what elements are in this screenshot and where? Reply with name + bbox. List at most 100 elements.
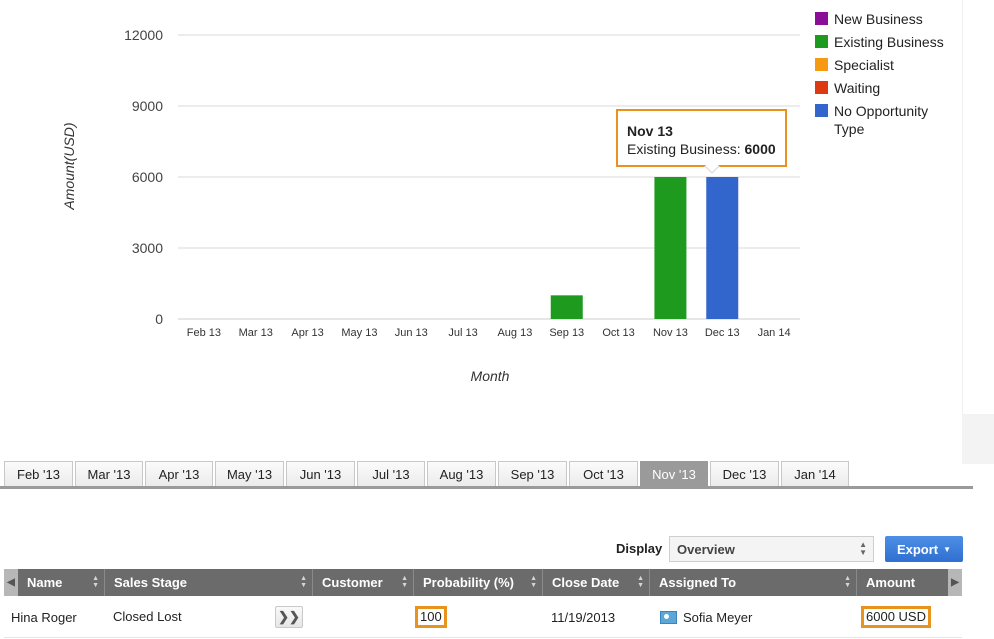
cell-name[interactable]: Hina Roger: [11, 597, 77, 637]
tooltip-series-label: Existing Business:: [627, 141, 745, 157]
scroll-left-icon[interactable]: ◀: [4, 569, 18, 596]
tabs-divider: [0, 486, 973, 489]
x-tick-label: Nov 13: [653, 327, 688, 339]
column-header-name[interactable]: Name ▲ ▼: [18, 569, 105, 596]
chart-legend: New Business Existing Business Specialis…: [815, 10, 949, 143]
legend-swatch: [815, 104, 828, 117]
column-label: Close Date: [552, 575, 620, 590]
tab-may-13[interactable]: May '13: [215, 461, 284, 486]
column-label: Sales Stage: [114, 575, 187, 590]
sort-icon: ▲ ▼: [401, 575, 408, 589]
tab-feb-13[interactable]: Feb '13: [4, 461, 73, 486]
sort-icon: ▲ ▼: [92, 575, 99, 589]
tab-jun-13[interactable]: Jun '13: [286, 461, 355, 486]
x-tick-label: Mar 13: [239, 327, 273, 339]
tab-mar-13[interactable]: Mar '13: [75, 461, 143, 486]
legend-label: Specialist: [834, 57, 894, 73]
legend-item-new-business[interactable]: New Business: [815, 10, 949, 28]
legend-label: New Business: [834, 11, 923, 27]
y-tick-label: 9000: [132, 98, 163, 114]
column-label: Probability (%): [423, 575, 515, 590]
grid-header: ◀ Name ▲ ▼ Sales Stage ▲ ▼ Customer ▲ ▼ Pro…: [4, 569, 962, 596]
sort-icon: ▲ ▼: [530, 575, 537, 589]
x-tick-label: Sep 13: [549, 327, 584, 339]
panel-edge: [962, 414, 994, 464]
column-header-probability[interactable]: Probability (%) ▲ ▼: [414, 569, 543, 596]
bar-existing-business[interactable]: [550, 295, 583, 319]
legend-swatch: [815, 35, 828, 48]
bar-no-opportunity-type[interactable]: [706, 177, 739, 319]
tab-jan-14[interactable]: Jan '14: [781, 461, 849, 486]
legend-swatch: [815, 81, 828, 94]
column-label: Amount: [866, 575, 916, 590]
column-header-assigned-to[interactable]: Assigned To ▲ ▼: [650, 569, 857, 596]
probability-value: 100: [415, 606, 447, 628]
tab-jul-13[interactable]: Jul '13: [357, 461, 425, 486]
column-header-close-date[interactable]: Close Date ▲ ▼: [543, 569, 650, 596]
scroll-right-icon[interactable]: ▶: [948, 569, 962, 596]
legend-label: Waiting: [834, 80, 881, 96]
legend-item-existing-business[interactable]: Existing Business: [815, 33, 949, 51]
tab-dec-13[interactable]: Dec '13: [710, 461, 779, 486]
sort-icon: ▲ ▼: [844, 575, 851, 589]
column-label: Assigned To: [659, 575, 737, 590]
x-tick-label: Jul 13: [448, 327, 477, 339]
tab-oct-13[interactable]: Oct '13: [569, 461, 638, 486]
tab-apr-13[interactable]: Apr '13: [145, 461, 213, 486]
column-label: Name: [27, 575, 63, 590]
x-tick-label: Feb 13: [187, 327, 221, 339]
amount-value: 6000 USD: [861, 606, 931, 628]
legend-item-no-opportunity-type[interactable]: No Opportunity Type: [815, 102, 949, 138]
cell-amount: 6000 USD: [861, 597, 931, 637]
x-tick-label: May 13: [341, 327, 377, 339]
x-tick-label: Aug 13: [497, 327, 532, 339]
x-axis-label: Month: [471, 368, 510, 384]
cell-sales-stage: Closed Lost: [113, 608, 182, 624]
expand-details-button[interactable]: ❯❯: [275, 606, 303, 628]
sort-icon: ▲ ▼: [300, 575, 307, 589]
y-tick-label: 0: [155, 311, 163, 327]
tab-aug-13[interactable]: Aug '13: [427, 461, 496, 486]
x-tick-label: Apr 13: [291, 327, 323, 339]
sort-icon: ▲ ▼: [637, 575, 644, 589]
legend-label: No Opportunity Type: [834, 103, 929, 137]
caret-down-icon: ▼: [943, 544, 952, 554]
table-row[interactable]: Hina Roger Closed Lost ❯❯ 100 11/19/2013…: [4, 597, 962, 638]
legend-item-waiting[interactable]: Waiting: [815, 79, 949, 97]
x-tick-label: Oct 13: [602, 327, 634, 339]
cell-assigned-to[interactable]: Sofia Meyer: [660, 597, 752, 637]
x-tick-label: Jun 13: [395, 327, 428, 339]
display-label: Display: [616, 541, 663, 556]
legend-label: Existing Business: [834, 34, 944, 50]
tab-nov-13[interactable]: Nov '13: [640, 461, 708, 486]
legend-swatch: [815, 58, 828, 71]
select-arrows-icon: ▲ ▼: [859, 540, 867, 557]
user-card-icon: [660, 610, 677, 624]
x-tick-label: Dec 13: [705, 327, 740, 339]
export-label: Export: [896, 541, 939, 557]
tooltip-value: 6000: [744, 141, 776, 157]
assigned-user-name: Sofia Meyer: [683, 609, 753, 625]
cell-probability: 100: [415, 597, 447, 637]
y-tick-label: 6000: [132, 169, 163, 185]
display-select[interactable]: Overview ▲ ▼: [669, 536, 874, 562]
display-select-value: Overview: [677, 542, 735, 557]
column-header-customer[interactable]: Customer ▲ ▼: [313, 569, 414, 596]
column-header-sales-stage[interactable]: Sales Stage ▲ ▼: [105, 569, 313, 596]
y-tick-label: 3000: [132, 240, 163, 256]
tooltip-title: Nov 13: [627, 123, 673, 139]
cell-close-date: 11/19/2013: [551, 609, 616, 625]
column-label: Customer: [322, 575, 383, 590]
x-tick-label: Jan 14: [758, 327, 791, 339]
month-tabs: Feb '13 Mar '13 Apr '13 May '13 Jun '13 …: [4, 461, 851, 487]
y-axis-label: Amount(USD): [61, 122, 77, 210]
legend-swatch: [815, 12, 828, 25]
bar-existing-business[interactable]: [654, 177, 687, 319]
export-button[interactable]: Export ▼: [885, 536, 963, 562]
column-header-amount[interactable]: Amount: [857, 569, 948, 596]
tooltip-body: Existing Business: 6000: [627, 140, 785, 158]
legend-item-specialist[interactable]: Specialist: [815, 56, 949, 74]
tooltip-pointer-inner: [705, 165, 719, 172]
tab-sep-13[interactable]: Sep '13: [498, 461, 567, 486]
chart-tooltip: Nov 13 Existing Business: 6000: [616, 109, 787, 174]
